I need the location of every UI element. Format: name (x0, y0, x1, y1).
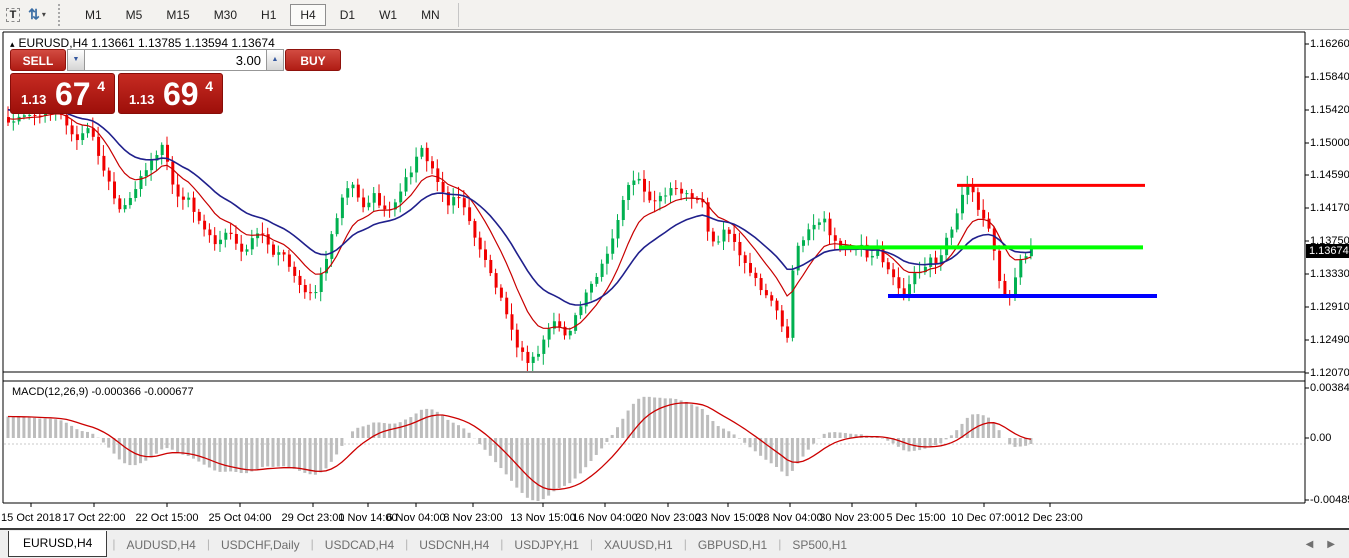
tab-scroll-controls: ◀ ▶ (1306, 539, 1349, 550)
time-axis-label: 20 Nov 23:00 (635, 512, 701, 524)
time-axis-label: 6 Nov 04:00 (386, 512, 446, 524)
tab-separator: | (206, 537, 210, 551)
time-axis-label: 25 Oct 04:00 (208, 512, 272, 524)
time-axis-label: 22 Oct 15:00 (135, 512, 199, 524)
chart-tab-sp500[interactable]: SP500,H1 (782, 534, 857, 556)
sell-quote-panel[interactable]: 1.13 67 4 (10, 73, 115, 114)
price-axis-label: 1.15000 (1310, 137, 1349, 149)
symbol-timeframe-label: EURUSD,H4 (18, 36, 88, 50)
buy-price-pip: 4 (205, 78, 213, 94)
price-axis-label: 1.13330 (1310, 268, 1349, 280)
volume-input[interactable] (85, 49, 266, 71)
chart-tab-gbpusd[interactable]: GBPUSD,H1 (688, 534, 777, 556)
chart-tab-xauusd[interactable]: XAUUSD,H1 (594, 534, 683, 556)
tab-separator: | (778, 537, 782, 551)
chart-tab-eurusd[interactable]: EURUSD,H4 (8, 531, 108, 557)
price-axis-label: 1.12490 (1310, 334, 1349, 346)
collapse-arrow-icon[interactable]: ▴ (10, 39, 15, 49)
time-axis-label: 13 Nov 15:00 (510, 512, 576, 524)
chart-tab-usdcad[interactable]: USDCAD,H4 (315, 534, 404, 556)
tab-separator: | (589, 537, 594, 551)
chart-tabs: EURUSD,H4 | AUDUSD,H4 | USDCHF,Daily | USDCAD,… (0, 531, 857, 557)
price-axis-label: 1.15420 (1310, 104, 1349, 116)
chart-tab-usdcnh[interactable]: USDCNH,H4 (409, 534, 499, 556)
time-axis-label: 5 Dec 15:00 (886, 512, 946, 524)
sell-price-pip: 4 (97, 78, 105, 94)
macd-indicator-label: MACD(12,26,9) -0.000366 -0.000677 (12, 386, 194, 398)
tab-separator: | (310, 537, 314, 551)
time-axis-label: 12 Dec 23:00 (1017, 512, 1083, 524)
price-axis-label: 1.16260 (1310, 38, 1349, 50)
sell-price-prefix: 1.13 (21, 92, 47, 107)
tab-scroll-left-icon[interactable]: ◀ (1306, 539, 1314, 550)
macd-axis-label: -0.004856 (1310, 494, 1349, 506)
volume-increase-button[interactable]: ▲ (266, 49, 284, 71)
time-axis-label: 15 Oct 2018 (1, 512, 61, 524)
chart-tab-audusd[interactable]: AUDUSD,H4 (116, 534, 205, 556)
time-axis-label: 17 Oct 22:00 (62, 512, 126, 524)
sell-price-big: 67 (55, 76, 91, 112)
volume-decrease-button[interactable]: ▼ (67, 49, 85, 71)
time-axis-label: 10 Dec 07:00 (951, 512, 1017, 524)
tab-separator: | (500, 537, 504, 551)
time-axis-label: 29 Oct 23:00 (281, 512, 345, 524)
sell-button[interactable]: SELL (10, 49, 66, 71)
buy-button[interactable]: BUY (285, 49, 341, 71)
time-axis-label: 23 Nov 15:00 (695, 512, 761, 524)
mt4-window: T ⇅ ▾ M1 M5 M15 M30 H1 H4 D1 W1 MN ▴ EURUSD,H4 1.… (0, 0, 1349, 558)
buy-quote-panel[interactable]: 1.13 69 4 (118, 73, 223, 114)
price-axis-label: 1.14590 (1310, 169, 1349, 181)
price-axis-label: 1.15840 (1310, 71, 1349, 83)
chart-tab-usdjpy[interactable]: USDJPY,H1 (504, 534, 588, 556)
time-axis-label: 8 Nov 23:00 (443, 512, 503, 524)
time-axis-label: 16 Nov 04:00 (572, 512, 638, 524)
tab-separator: | (112, 537, 116, 551)
macd-axis-label: 0.00 (1310, 432, 1332, 444)
tab-separator: | (405, 537, 409, 551)
tab-separator: | (683, 537, 687, 551)
chart-tab-usdchf[interactable]: USDCHF,Daily (211, 534, 310, 556)
macd-axis-label: 0.003847 (1310, 382, 1349, 394)
chart-tab-bar: EURUSD,H4 | AUDUSD,H4 | USDCHF,Daily | USDCAD,… (0, 530, 1349, 558)
current-price-tag: 1.13674 (1306, 244, 1349, 258)
tab-scroll-right-icon[interactable]: ▶ (1327, 539, 1335, 550)
buy-price-prefix: 1.13 (129, 92, 155, 107)
buy-price-big: 69 (163, 76, 199, 112)
chart-ohlc-header: ▴ EURUSD,H4 1.13661 1.13785 1.13594 1.136… (10, 36, 275, 50)
price-axis-label: 1.12070 (1310, 367, 1349, 379)
price-axis-label: 1.14170 (1310, 202, 1349, 214)
time-axis-label: 28 Nov 04:00 (757, 512, 823, 524)
one-click-trading-panel: SELL ▼ ▲ BUY 1.13 67 4 1.13 69 4 (10, 49, 341, 114)
volume-stepper: ▼ ▲ (67, 49, 284, 71)
time-axis-label: 30 Nov 23:00 (819, 512, 885, 524)
price-axis-label: 1.12910 (1310, 301, 1349, 313)
ohlc-values: 1.13661 1.13785 1.13594 1.13674 (91, 36, 275, 50)
